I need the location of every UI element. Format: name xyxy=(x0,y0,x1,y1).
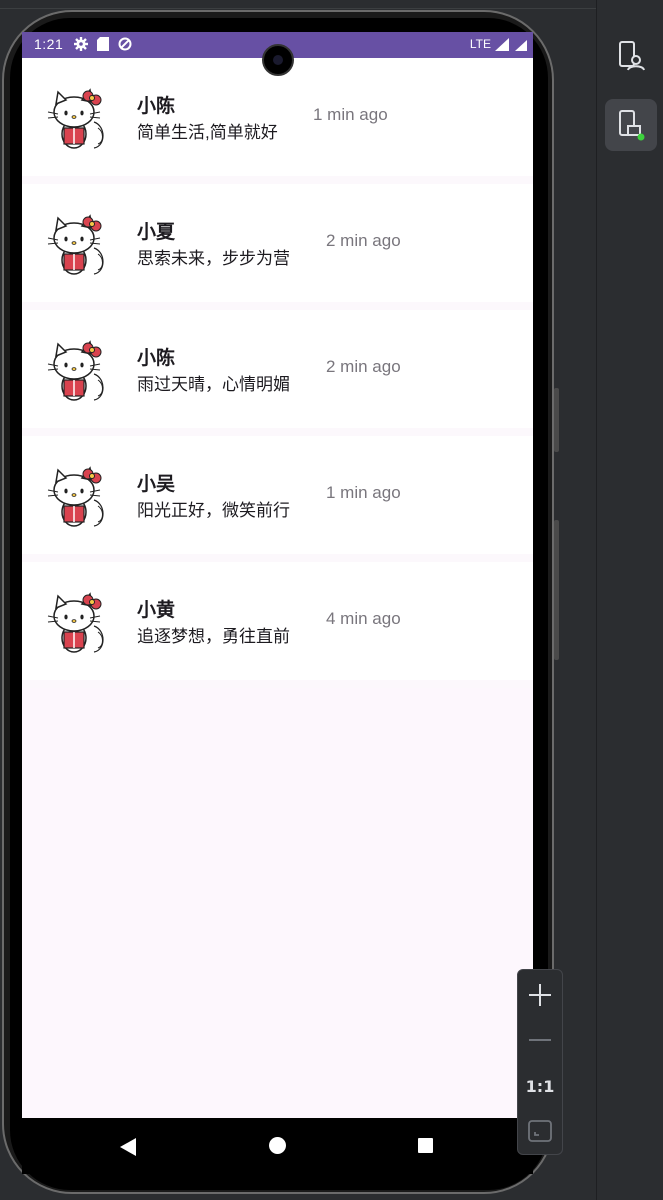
item-divider xyxy=(22,302,533,310)
status-time: 1:21 xyxy=(34,36,64,52)
contact-message: 思索未来，步步为营 xyxy=(137,249,290,268)
device-manager-button[interactable] xyxy=(605,30,657,82)
sd-card-icon xyxy=(97,37,109,51)
contact-name: 小黄 xyxy=(137,600,176,621)
settings-icon xyxy=(74,37,88,51)
zoom-in-button[interactable] xyxy=(518,975,562,1015)
zoom-controls: 1:1 xyxy=(517,969,563,1155)
hello-kitty-avatar xyxy=(47,214,104,275)
home-icon[interactable] xyxy=(269,1137,286,1154)
hello-kitty-avatar xyxy=(47,88,104,149)
contact-time: 4 min ago xyxy=(326,609,401,628)
minus-icon xyxy=(529,1039,551,1041)
navigation-bar xyxy=(22,1118,533,1174)
back-icon[interactable] xyxy=(120,1138,136,1156)
contact-name: 小吴 xyxy=(137,474,176,495)
item-divider xyxy=(22,554,533,562)
contact-item[interactable]: 小黄 追逐梦想，勇往直前 4 min ago xyxy=(22,562,533,688)
contact-message: 雨过天晴，心情明媚 xyxy=(137,375,290,394)
actual-size-button[interactable]: 1:1 xyxy=(518,1066,562,1106)
contact-item[interactable]: 小吴 阳光正好，微笑前行 1 min ago xyxy=(22,436,533,562)
item-divider xyxy=(22,680,533,688)
hello-kitty-avatar xyxy=(47,340,104,401)
contact-item[interactable]: 小陈 简单生活,简单就好 1 min ago xyxy=(22,58,533,184)
front-camera xyxy=(262,44,294,76)
contact-item[interactable]: 小夏 思索未来，步步为营 2 min ago xyxy=(22,184,533,310)
contact-time: 2 min ago xyxy=(326,231,401,250)
device-user-icon xyxy=(619,41,645,71)
contact-list: 小陈 简单生活,简单就好 1 min ago 小夏 思索未来，步步为营 2 mi… xyxy=(22,58,533,688)
item-divider xyxy=(22,176,533,184)
contact-message: 追逐梦想，勇往直前 xyxy=(137,627,290,646)
data-saver-icon xyxy=(118,37,132,51)
actual-size-label: 1:1 xyxy=(525,1076,555,1096)
contact-message: 阳光正好，微笑前行 xyxy=(137,501,290,520)
app-screen: 1:21 LTE 小陈 简单生活,简单就好 1 min ago 小夏 思索未来，… xyxy=(22,32,533,1118)
contact-item[interactable]: 小陈 雨过天晴，心情明媚 2 min ago xyxy=(22,310,533,436)
running-devices-button[interactable] xyxy=(605,99,657,151)
contact-time: 2 min ago xyxy=(326,357,401,376)
plus-icon xyxy=(529,984,551,1006)
volume-button xyxy=(554,388,559,452)
zoom-out-button[interactable] xyxy=(518,1020,562,1060)
fit-screen-icon xyxy=(528,1120,552,1142)
hello-kitty-avatar xyxy=(47,592,104,653)
contact-time: 1 min ago xyxy=(326,483,401,502)
signal-icon xyxy=(495,37,509,51)
contact-name: 小陈 xyxy=(137,96,176,117)
recents-icon[interactable] xyxy=(418,1138,433,1153)
fit-screen-button[interactable] xyxy=(518,1111,562,1151)
contact-name: 小夏 xyxy=(137,222,176,243)
item-divider xyxy=(22,428,533,436)
network-type: LTE xyxy=(469,37,491,51)
ide-top-border xyxy=(0,0,596,9)
contact-time: 1 min ago xyxy=(313,105,388,124)
contact-name: 小陈 xyxy=(137,348,176,369)
hello-kitty-avatar xyxy=(47,466,104,527)
contact-message: 简单生活,简单就好 xyxy=(137,123,278,142)
battery-icon xyxy=(515,39,527,51)
emulator-side-panel xyxy=(596,0,663,1200)
running-device-icon xyxy=(619,110,645,141)
power-button xyxy=(554,520,559,660)
